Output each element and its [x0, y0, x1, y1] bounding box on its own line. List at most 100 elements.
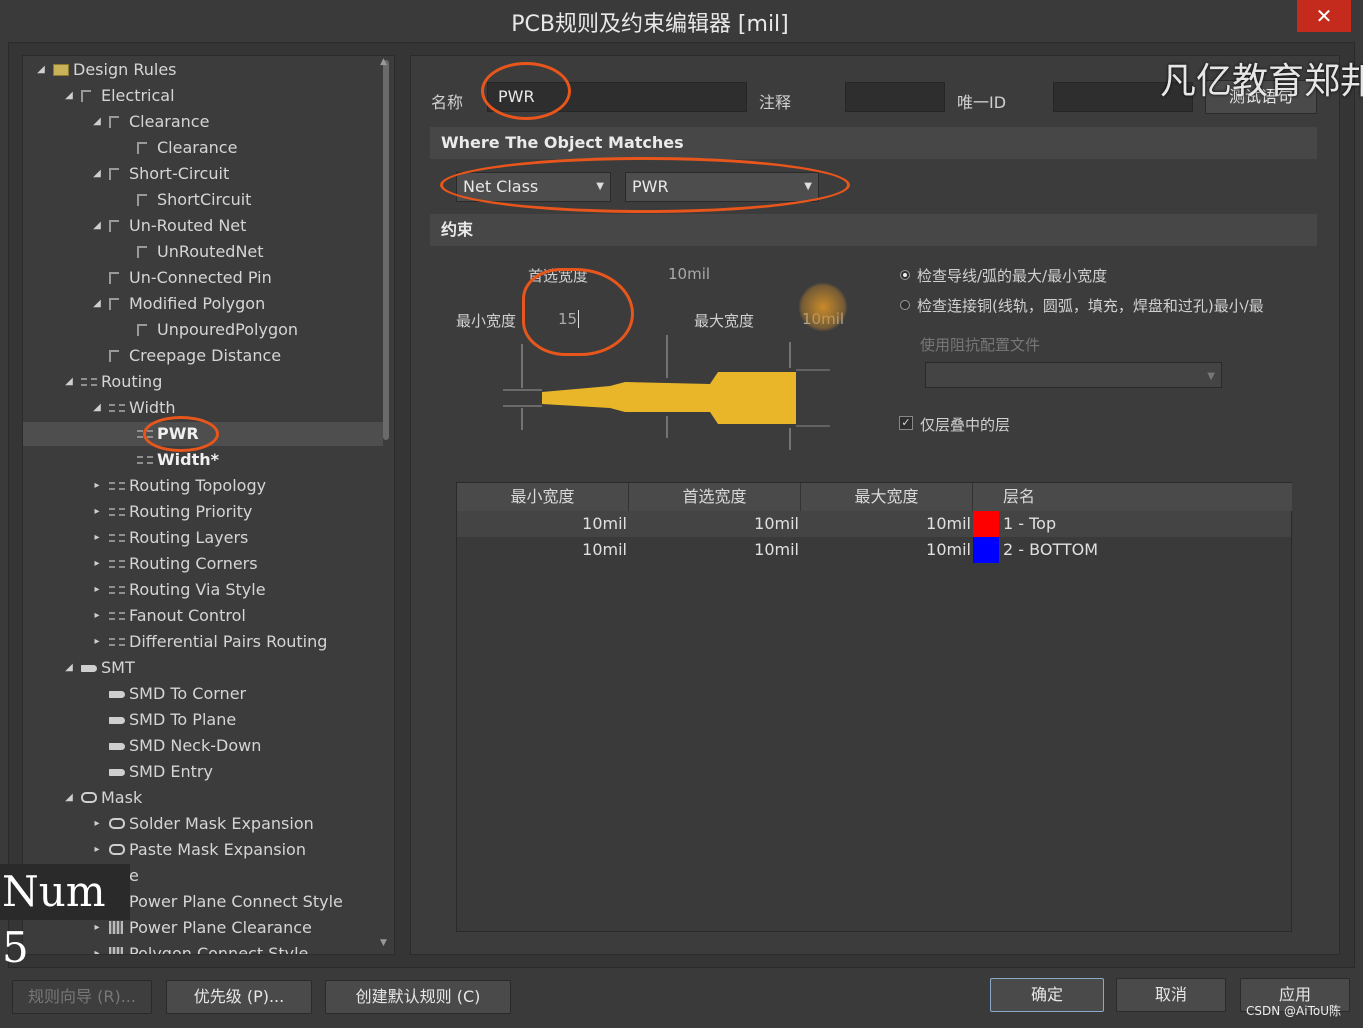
row2-min-width[interactable]: 10mil: [457, 537, 627, 563]
cancel-button[interactable]: 取消: [1116, 978, 1226, 1012]
comment-input[interactable]: [845, 82, 945, 112]
expand-arrow-icon[interactable]: ▸: [91, 552, 103, 576]
tree-item[interactable]: ▸ Routing Topology: [23, 474, 383, 498]
name-input[interactable]: PWR: [487, 82, 747, 112]
tree-item[interactable]: ◢ Electrical: [23, 84, 383, 108]
tree-item-label: SMD To Corner: [129, 684, 247, 703]
check-track-width-radio[interactable]: [900, 270, 910, 280]
expand-arrow-icon[interactable]: ▸: [91, 838, 103, 862]
expand-arrow-icon[interactable]: ▸: [91, 500, 103, 524]
tree-item[interactable]: ◢ Clearance: [23, 110, 383, 134]
expand-arrow-icon[interactable]: ▸: [91, 630, 103, 654]
tree-item[interactable]: SMD Neck-Down: [23, 734, 383, 758]
match-type-dropdown[interactable]: Net Class ▼: [456, 172, 611, 202]
min-width-input[interactable]: 15: [558, 310, 580, 328]
check-copper-radio[interactable]: [900, 300, 910, 310]
routing-icon: [109, 482, 125, 490]
tree-item[interactable]: UnpouredPolygon: [23, 318, 383, 342]
tree-item[interactable]: SMD To Plane: [23, 708, 383, 732]
tree-item[interactable]: ▸ Routing Via Style: [23, 578, 383, 602]
tree-item[interactable]: ◢ SMT: [23, 656, 383, 680]
scroll-down-icon[interactable]: ▼: [380, 938, 387, 948]
tree-item-label: Differential Pairs Routing: [129, 632, 328, 651]
rule-icon: [109, 168, 119, 180]
collapse-arrow-icon[interactable]: ◢: [35, 58, 47, 82]
tree-item[interactable]: Width*: [23, 448, 383, 472]
tree-item[interactable]: ▸ Differential Pairs Routing: [23, 630, 383, 654]
collapse-arrow-icon[interactable]: ◢: [91, 162, 103, 186]
tree-item[interactable]: ▸ Paste Mask Expansion: [23, 838, 383, 862]
tree-item[interactable]: Un-Connected Pin: [23, 266, 383, 290]
routing-icon: [109, 508, 125, 516]
tree-item-label: UnRoutedNet: [157, 242, 264, 261]
row2-layer-name: 2 - BOTTOM: [1003, 540, 1099, 559]
tree-item[interactable]: ▸ Routing Corners: [23, 552, 383, 576]
row1-layer-name: 1 - Top: [1003, 514, 1057, 533]
collapse-arrow-icon[interactable]: ◢: [91, 292, 103, 316]
collapse-arrow-icon[interactable]: ◢: [91, 396, 103, 420]
collapse-arrow-icon[interactable]: ◢: [91, 214, 103, 238]
tree-item[interactable]: SMD Entry: [23, 760, 383, 784]
tree-item[interactable]: ▸ Routing Priority: [23, 500, 383, 524]
row1-min-width[interactable]: 10mil: [457, 511, 627, 537]
tree-item[interactable]: ◢ Short-Circuit: [23, 162, 383, 186]
tree-item[interactable]: ◢ Width: [23, 396, 383, 420]
tree-item[interactable]: PWR: [23, 422, 383, 446]
tree-item[interactable]: ▸ Fanout Control: [23, 604, 383, 628]
col-header-max-width[interactable]: 最大宽度: [801, 483, 973, 511]
ok-button[interactable]: 确定: [990, 978, 1104, 1012]
tree-item[interactable]: ShortCircuit: [23, 188, 383, 212]
tree-item-label: Power Plane Connect Style: [129, 892, 343, 911]
folder-icon: [53, 64, 69, 76]
tree-item[interactable]: ◢ Mask: [23, 786, 383, 810]
net-class-dropdown[interactable]: PWR ▼: [625, 172, 819, 202]
expand-arrow-icon[interactable]: ▸: [91, 812, 103, 836]
collapse-arrow-icon[interactable]: ◢: [63, 370, 75, 394]
routing-icon: [109, 638, 125, 646]
expand-arrow-icon[interactable]: ▸: [91, 474, 103, 498]
tree-scrollbar[interactable]: [383, 60, 389, 440]
tree-item[interactable]: ◢ Modified Polygon: [23, 292, 383, 316]
collapse-arrow-icon[interactable]: ◢: [91, 110, 103, 134]
preferred-width-value[interactable]: 10mil: [668, 265, 710, 283]
collapse-arrow-icon[interactable]: ◢: [63, 84, 75, 108]
close-button[interactable]: ✕: [1297, 0, 1351, 32]
row1-max-width[interactable]: 10mil: [801, 511, 971, 537]
impedance-profile-dropdown[interactable]: ▼: [925, 362, 1222, 388]
expand-arrow-icon[interactable]: ▸: [91, 604, 103, 628]
uid-label: 唯一ID: [957, 93, 1007, 112]
rules-tree[interactable]: ◢ Design Rules ◢ Electrical ◢ Clearance Cleara…: [22, 55, 395, 955]
tree-item[interactable]: ▸ Solder Mask Expansion: [23, 812, 383, 836]
priority-button[interactable]: 优先级 (P)...: [166, 980, 312, 1014]
tree-item[interactable]: ▸ Routing Layers: [23, 526, 383, 550]
tree-item[interactable]: ◢ Un-Routed Net: [23, 214, 383, 238]
row2-preferred-width[interactable]: 10mil: [629, 537, 799, 563]
rule-icon: [81, 90, 91, 102]
row2-max-width[interactable]: 10mil: [801, 537, 971, 563]
tree-item[interactable]: ◢ Design Rules: [23, 58, 383, 82]
expand-arrow-icon[interactable]: ▸: [91, 578, 103, 602]
tree-item[interactable]: Clearance: [23, 136, 383, 160]
collapse-arrow-icon[interactable]: ◢: [63, 656, 75, 680]
tree-item[interactable]: ◢ Routing: [23, 370, 383, 394]
tree-item[interactable]: ▸ Polygon Connect Style: [23, 942, 383, 954]
tree-item[interactable]: Creepage Distance: [23, 344, 383, 368]
scroll-up-icon[interactable]: ▲: [380, 57, 387, 67]
col-header-min-width[interactable]: 最小宽度: [457, 483, 629, 511]
tree-item[interactable]: UnRoutedNet: [23, 240, 383, 264]
mask-icon: [81, 792, 97, 803]
rule-icon: [137, 194, 147, 206]
col-header-layer-name[interactable]: 层名: [973, 483, 1292, 511]
collapse-arrow-icon[interactable]: ◢: [63, 786, 75, 810]
create-default-rules-button[interactable]: 创建默认规则 (C): [325, 980, 511, 1014]
col-header-preferred-width[interactable]: 首选宽度: [629, 483, 801, 511]
expand-arrow-icon[interactable]: ▸: [91, 526, 103, 550]
row1-preferred-width[interactable]: 10mil: [629, 511, 799, 537]
expand-arrow-icon[interactable]: ▸: [91, 942, 103, 954]
rule-wizard-button[interactable]: 规则向导 (R)...: [12, 980, 152, 1014]
tree-item-label: Width: [129, 398, 176, 417]
tree-item[interactable]: SMD To Corner: [23, 682, 383, 706]
smt-icon: [109, 769, 125, 776]
smt-icon: [81, 665, 97, 672]
layer-stack-only-checkbox[interactable]: ✓: [899, 416, 913, 430]
